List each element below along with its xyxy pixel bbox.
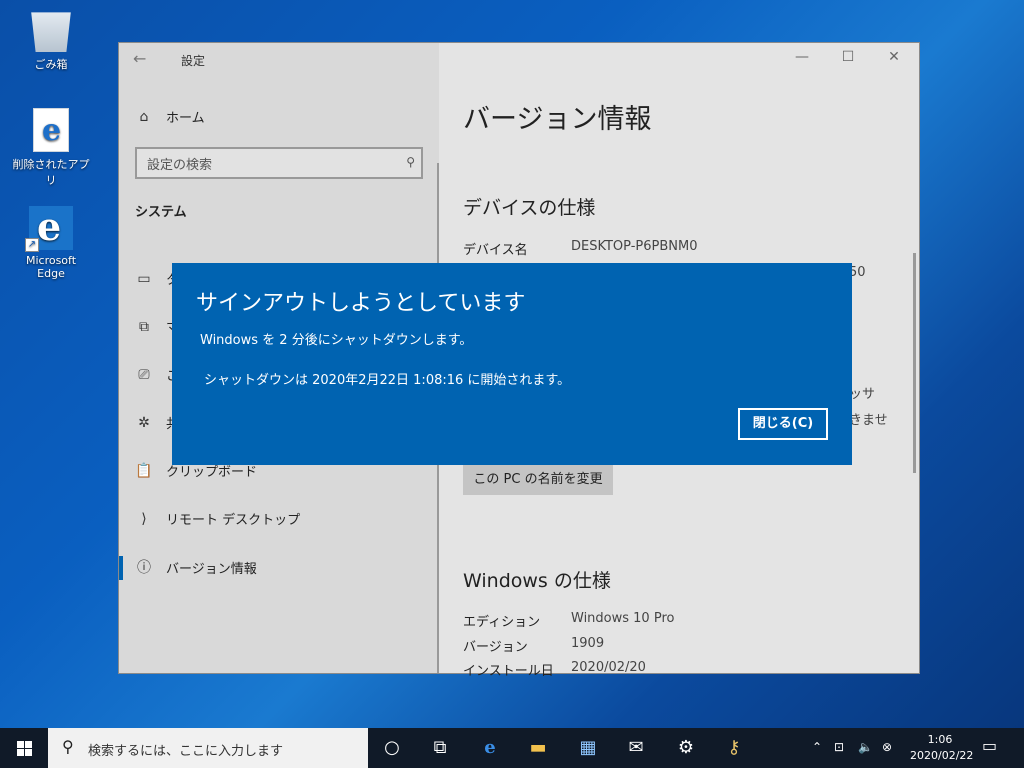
edge-taskbar-icon[interactable]: e bbox=[466, 728, 514, 768]
desktop-icon-label: ごみ箱 bbox=[34, 58, 68, 71]
clipboard-icon: 📋 bbox=[135, 462, 153, 479]
search-icon: ⚲ bbox=[406, 155, 415, 169]
dialog-close-button[interactable]: 閉じる(C) bbox=[738, 408, 828, 440]
windows-logo-icon bbox=[17, 741, 32, 756]
windows-spec-heading: Windows の仕様 bbox=[463, 570, 611, 592]
nav-item-label: バージョン情報 bbox=[166, 561, 257, 577]
content-scrollbar[interactable] bbox=[913, 253, 916, 473]
store-icon[interactable]: ▦ bbox=[564, 728, 612, 768]
device-spec-heading: デバイスの仕様 bbox=[463, 197, 596, 219]
task-view-icon[interactable]: ⧉ bbox=[416, 728, 464, 768]
edition-value: Windows 10 Pro bbox=[571, 611, 675, 626]
rename-pc-button[interactable]: この PC の名前を変更 bbox=[463, 465, 613, 495]
nav-item-label: リモート デスクトップ bbox=[166, 513, 301, 528]
start-button[interactable] bbox=[0, 728, 48, 768]
multitasking-icon: ⧉ bbox=[139, 318, 149, 335]
recycle-bin-icon bbox=[31, 12, 71, 52]
desktop-icon-microsoft-edge[interactable]: e ↗ Microsoft Edge bbox=[11, 204, 91, 280]
install-date-label: インストール日 bbox=[463, 664, 554, 679]
clock-date: 2020/02/22 bbox=[910, 749, 974, 762]
info-icon: ⓘ bbox=[137, 560, 151, 576]
nav-item-remote-desktop[interactable]: ⟩ リモート デスクトップ bbox=[135, 509, 301, 529]
close-window-button[interactable]: ✕ bbox=[871, 49, 917, 65]
sign-out-dialog: サインアウトしようとしています Windows を 2 分後にシャットダウンしま… bbox=[172, 263, 852, 465]
window-title: 設定 bbox=[181, 54, 206, 68]
file-explorer-icon[interactable]: ▬ bbox=[514, 728, 562, 768]
desktop-icon-label: Microsoft Edge bbox=[25, 254, 77, 280]
partial-text-2: きませ bbox=[849, 413, 888, 428]
page-title: バージョン情報 bbox=[463, 104, 652, 135]
mail-icon[interactable]: ✉ bbox=[612, 728, 660, 768]
desktop-icon-recycle-bin[interactable]: ごみ箱 bbox=[11, 8, 91, 72]
version-label: バージョン bbox=[463, 640, 528, 655]
device-name-value: DESKTOP-P6PBNM0 bbox=[571, 239, 698, 254]
maximize-button[interactable]: ☐ bbox=[825, 49, 871, 65]
dialog-shutdown-time: シャットダウンは 2020年2月22日 1:08:16 に開始されます。 bbox=[204, 373, 571, 388]
projecting-icon: ⎚ bbox=[138, 366, 150, 383]
status-error-icon[interactable]: ⊗ bbox=[882, 740, 892, 754]
volume-icon[interactable]: 🔈 bbox=[858, 740, 873, 754]
keys-icon[interactable]: ⚷ bbox=[710, 728, 758, 768]
install-date-value: 2020/02/20 bbox=[571, 660, 646, 675]
nav-home-label: ホーム bbox=[166, 111, 205, 126]
version-value: 1909 bbox=[571, 636, 605, 651]
edge-document-icon: e bbox=[33, 108, 69, 152]
desktop-icon-deleted-apps[interactable]: e 削除されたアプリ bbox=[11, 108, 91, 188]
dialog-title: サインアウトしようとしています bbox=[196, 291, 526, 316]
search-icon: ⚲ bbox=[62, 737, 74, 756]
clock-time: 1:06 bbox=[927, 733, 953, 746]
chevron-up-icon[interactable]: ⌃ bbox=[812, 740, 822, 754]
taskbar-search-placeholder: 検索するには、ここに入力します bbox=[88, 744, 284, 759]
shared-experiences-icon: ✲ bbox=[138, 414, 150, 431]
nav-section-system: システム bbox=[135, 205, 187, 220]
dialog-message: Windows を 2 分後にシャットダウンします。 bbox=[200, 333, 473, 348]
nav-item-about[interactable]: ⓘ バージョン情報 bbox=[135, 557, 257, 577]
edition-label: エディション bbox=[463, 615, 541, 630]
edge-shortcut-icon: e ↗ bbox=[25, 204, 73, 252]
active-indicator bbox=[119, 556, 123, 580]
home-icon: ⌂ bbox=[139, 108, 149, 125]
minimize-button[interactable]: — bbox=[779, 49, 825, 65]
taskbar-search-box[interactable]: ⚲ 検索するには、ここに入力します bbox=[48, 728, 368, 768]
taskbar-clock[interactable]: 1:06 2020/02/22 bbox=[910, 732, 974, 764]
network-icon[interactable]: ⊡ bbox=[834, 740, 844, 754]
search-placeholder: 設定の検索 bbox=[147, 158, 213, 173]
nav-home[interactable]: ⌂ ホーム bbox=[135, 107, 205, 127]
desktop-icon-label: 削除されたアプリ bbox=[12, 158, 90, 187]
cortana-icon[interactable]: ○ bbox=[368, 728, 416, 768]
settings-search-input[interactable]: 設定の検索 ⚲ bbox=[135, 147, 423, 179]
remote-desktop-icon: ⟩ bbox=[141, 510, 147, 527]
settings-gear-icon[interactable]: ⚙ bbox=[662, 728, 710, 768]
partial-text-1: ッサ bbox=[849, 387, 876, 402]
notification-icon[interactable]: ▭ bbox=[982, 736, 997, 755]
device-name-label: デバイス名 bbox=[463, 243, 528, 258]
tablet-icon: ▭ bbox=[137, 270, 151, 287]
back-arrow-icon[interactable]: ← bbox=[133, 49, 146, 68]
taskbar: ⚲ 検索するには、ここに入力します ○ ⧉ e ▬ ▦ ✉ ⚙ ⚷ ⌃ ⊡ 🔈 … bbox=[0, 728, 1024, 768]
